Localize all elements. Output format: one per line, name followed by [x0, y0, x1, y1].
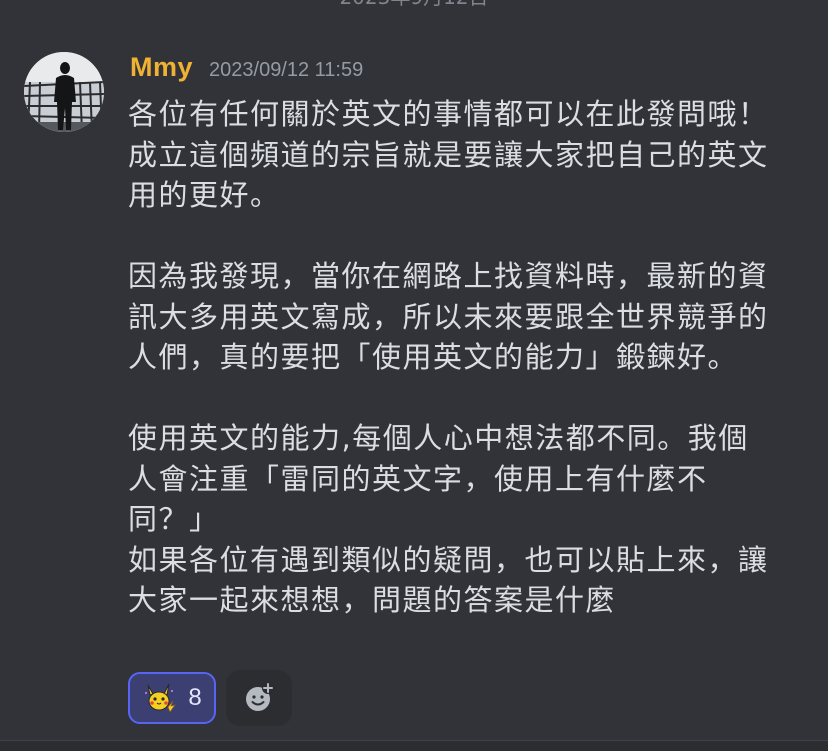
reaction-count: 8	[188, 684, 202, 711]
bottom-divider	[0, 740, 828, 751]
message-line: 因為我發現，當你在網路上找資料時，最新的資	[128, 259, 769, 293]
message-line	[128, 216, 818, 257]
message-line	[128, 378, 818, 419]
message-body: 各位有任何關於英文的事情都可以在此發問哦！ 成立這個頻道的宗旨就是要讓大家把自己…	[128, 94, 818, 621]
date-divider: 2023年9月12日	[0, 0, 828, 8]
message-line: 成立這個頻道的宗旨就是要讓大家把自己的英文	[128, 137, 769, 172]
message-line: 如果各位有遇到類似的疑問，也可以貼上來，讓	[128, 542, 769, 577]
add-reaction-icon	[246, 682, 274, 711]
message-line: 用的更好。	[128, 178, 281, 212]
message-line: 人會注重「雷同的英文字，使用上有什麼不	[128, 461, 708, 496]
add-reaction-button[interactable]	[226, 670, 292, 726]
timestamp: 2023/09/12 11:59	[209, 59, 364, 81]
username[interactable]: Mmy	[130, 52, 193, 83]
avatar[interactable]	[24, 52, 104, 132]
chat-view: 2023年9月12日 Mmy 2023/09/12 11:59 各位有任何	[0, 0, 828, 751]
message-line: 使用英文的能力,每個人心中想法都不同。我個	[128, 421, 749, 455]
message-line: 訊大多用英文寫成，所以未來要跟全世界競爭的	[128, 299, 769, 334]
avatar-image	[24, 52, 104, 132]
message-line: 人們，真的要把「使用英文的能力」鍛鍊好。	[128, 340, 739, 374]
reactions-bar: 8	[128, 670, 292, 726]
reaction-pikachu[interactable]: 8	[128, 672, 216, 724]
pikachu-emoji-icon	[145, 683, 177, 713]
message-line: 大家一起來想想，問題的答案是什麼	[128, 583, 617, 617]
message-header: Mmy 2023/09/12 11:59	[130, 52, 363, 88]
message-line: 同？」	[128, 502, 220, 536]
message-line: 各位有任何關於英文的事情都可以在此發問哦！	[128, 97, 769, 131]
